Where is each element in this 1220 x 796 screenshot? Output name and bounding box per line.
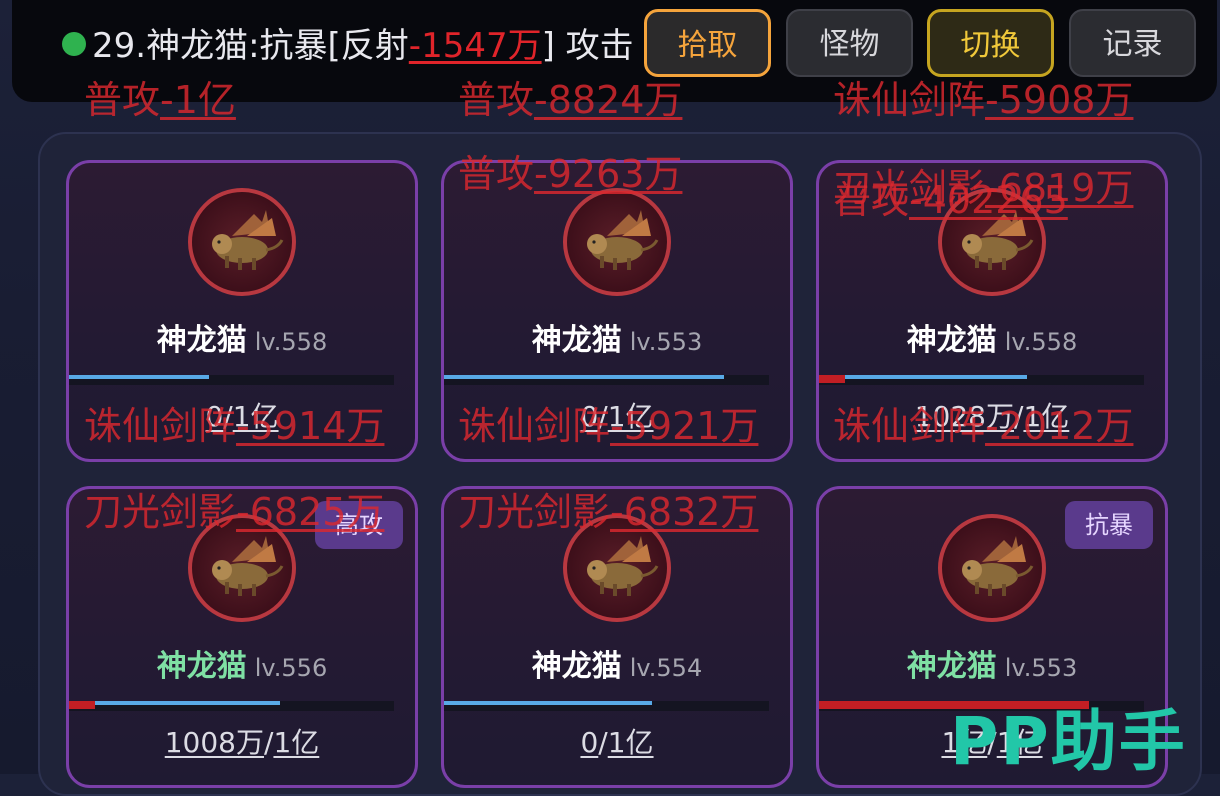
monster-avatar-icon: [938, 514, 1046, 622]
watermark-logo: PP助手: [950, 703, 1187, 780]
monster-button[interactable]: 怪物: [786, 9, 913, 77]
damage-skill: 普攻: [458, 78, 535, 122]
monster-name: 神龙猫: [156, 649, 247, 684]
hp-bar-fill: [69, 701, 281, 705]
damage-bar-fill: [69, 701, 95, 709]
damage-skill: 普攻: [833, 178, 910, 222]
floating-damage-text: 诛仙剑阵-5921万: [458, 404, 758, 448]
damage-value: -8824万: [534, 78, 683, 122]
floating-damage-text: 诛仙剑阵-2012万: [833, 404, 1133, 448]
combat-log-line: 29.神龙猫:抗暴[反射-1547万] 攻击: [92, 24, 634, 68]
damage-value: -2012万: [985, 404, 1134, 448]
monster-name: 神龙猫: [156, 323, 247, 358]
hp-bar-fill: [819, 375, 1027, 379]
monster-tag-badge: 抗暴: [1065, 501, 1153, 549]
monster-name-row: 神龙猫 lv.558: [69, 315, 415, 359]
log-suffix: ] 攻击: [541, 26, 634, 66]
monster-name: 神龙猫: [531, 323, 622, 358]
monster-avatar-icon: [563, 188, 671, 296]
monster-name-row: 神龙猫 lv.558: [819, 315, 1165, 359]
damage-value: -402265: [909, 178, 1068, 222]
damage-skill: 普攻: [84, 78, 161, 122]
hp-bar-fill: [69, 375, 209, 379]
log-prefix: 29.神龙猫:抗暴[反射: [92, 26, 409, 66]
hp-bar: [444, 701, 769, 711]
hp-bar: [444, 375, 769, 385]
damage-skill: 刀光剑影: [84, 490, 237, 534]
hp-max: 1亿: [607, 726, 654, 759]
pick-button[interactable]: 拾取: [644, 9, 771, 77]
floating-damage-text: 普攻-1亿: [84, 78, 236, 122]
hp-bar-fill: [444, 701, 652, 705]
monster-name: 神龙猫: [531, 649, 622, 684]
monster-name: 神龙猫: [906, 323, 997, 358]
damage-skill: 普攻: [458, 152, 535, 196]
floating-damage-text: 普攻-9263万: [458, 152, 682, 196]
monster-level: lv.553: [1004, 654, 1078, 682]
hp-max: 1亿: [273, 726, 320, 759]
floating-damage-text: 刀光剑影-6832万: [458, 490, 758, 534]
damage-value: -6832万: [610, 490, 759, 534]
damage-value: -1亿: [160, 78, 236, 122]
hp-current: 0: [580, 726, 599, 759]
damage-skill: 诛仙剑阵: [833, 78, 986, 122]
damage-bar-fill: [819, 375, 845, 383]
hp-bar: [819, 375, 1144, 385]
floating-damage-text: 诛仙剑阵-5914万: [84, 404, 384, 448]
damage-value: -9263万: [534, 152, 683, 196]
hp-bar-fill: [444, 375, 724, 379]
damage-value: -6825万: [236, 490, 385, 534]
floating-damage-text: 刀光剑影-6825万: [84, 490, 384, 534]
damage-skill: 诛仙剑阵: [84, 404, 237, 448]
hp-text: 0/1亿: [580, 726, 654, 759]
monster-level: lv.556: [254, 654, 328, 682]
log-damage: -1547万: [408, 26, 542, 66]
floating-damage-text: 诛仙剑阵-5908万: [833, 78, 1133, 122]
monster-name-row: 神龙猫 lv.554: [444, 641, 790, 685]
monster-level: lv.554: [629, 654, 703, 682]
monster-level: lv.558: [254, 328, 328, 356]
hp-current: 1008万: [164, 726, 264, 759]
monster-name-row: 神龙猫 lv.556: [69, 641, 415, 685]
floating-damage-text: 普攻-402265: [833, 178, 1068, 222]
damage-value: -5908万: [985, 78, 1134, 122]
monster-avatar-icon: [188, 188, 296, 296]
monster-name-row: 神龙猫 lv.553: [444, 315, 790, 359]
damage-skill: 刀光剑影: [458, 490, 611, 534]
damage-value: -5921万: [610, 404, 759, 448]
hp-bar: [69, 701, 394, 711]
hp-text: 1008万/1亿: [164, 726, 320, 759]
status-dot-icon: [62, 32, 86, 56]
hp-bar: [69, 375, 394, 385]
damage-skill: 诛仙剑阵: [833, 404, 986, 448]
monster-name-row: 神龙猫 lv.553: [819, 641, 1165, 685]
monster-name: 神龙猫: [906, 649, 997, 684]
floating-damage-text: 普攻-8824万: [458, 78, 682, 122]
monster-level: lv.558: [1004, 328, 1078, 356]
switch-button[interactable]: 切换: [927, 9, 1054, 77]
damage-value: -5914万: [236, 404, 385, 448]
monster-level: lv.553: [629, 328, 703, 356]
record-button[interactable]: 记录: [1069, 9, 1196, 77]
damage-skill: 诛仙剑阵: [458, 404, 611, 448]
